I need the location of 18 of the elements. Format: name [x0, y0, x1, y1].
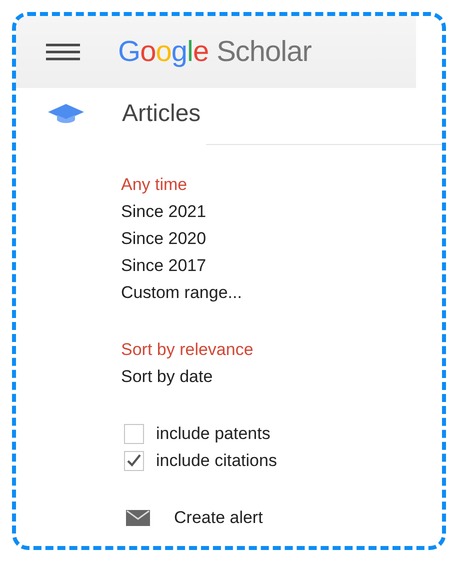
time-filter-link[interactable]: Since 2021	[121, 198, 206, 225]
sort-option-link[interactable]: Sort by date	[121, 363, 213, 390]
checkbox-label[interactable]: include patents	[156, 424, 270, 444]
envelope-icon[interactable]	[126, 510, 150, 526]
graduation-cap-icon	[48, 104, 84, 124]
nav-label[interactable]: Articles	[122, 100, 201, 128]
create-alert-link[interactable]: Create alert	[174, 508, 263, 528]
checkbox-label[interactable]: include citations	[156, 450, 277, 470]
logo-brand[interactable]: Google	[118, 36, 209, 68]
time-filter-link[interactable]: Custom range...	[121, 279, 242, 306]
logo-product[interactable]: Scholar	[216, 36, 312, 68]
checkbox[interactable]	[124, 450, 144, 470]
time-filter-link[interactable]: Since 2017	[121, 252, 206, 279]
sort-option-link[interactable]: Sort by relevance	[121, 336, 254, 363]
menu-icon[interactable]	[46, 43, 80, 61]
time-filter-link[interactable]: Since 2020	[121, 225, 206, 252]
checkbox[interactable]	[124, 424, 144, 444]
time-filter-link[interactable]: Any time	[121, 171, 188, 198]
